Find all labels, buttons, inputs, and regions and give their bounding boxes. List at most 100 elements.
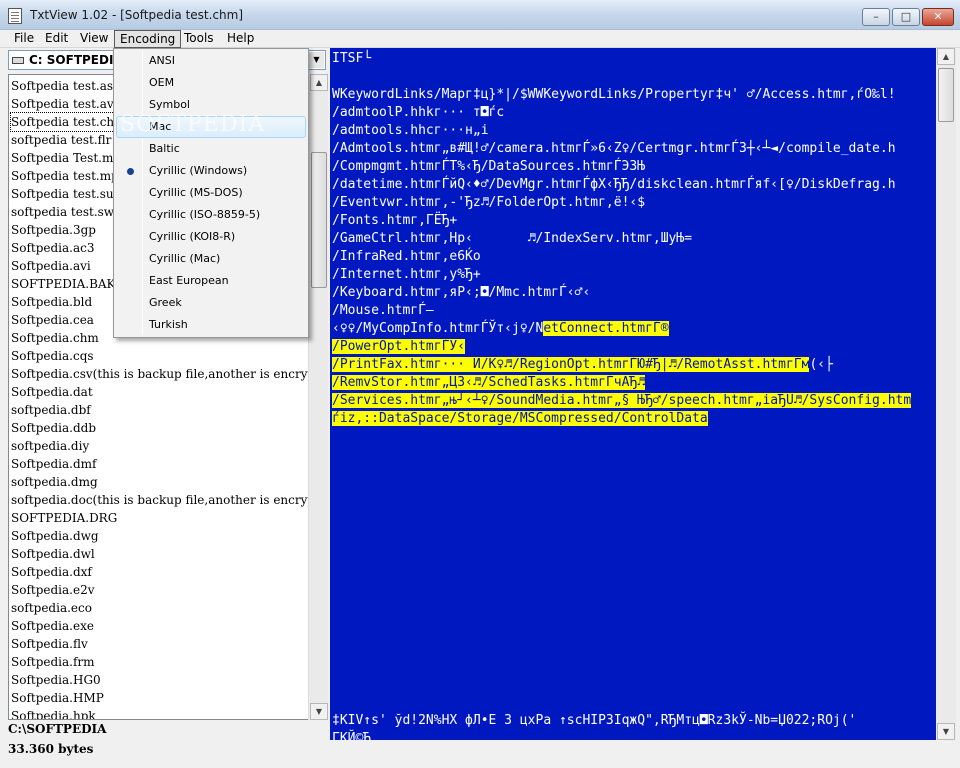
file-list-item[interactable]: Softpedia test.mpg (11, 167, 126, 185)
file-list-item[interactable]: Softpedia.flv (11, 635, 88, 653)
highlighted-text: /PrintFax.htmг··· И/К♀♬/RegionOpt.htmгЃЮ… (332, 357, 810, 372)
encoding-menu-item[interactable]: ANSI (116, 50, 306, 72)
file-list-item[interactable]: Softpedia.cea (11, 311, 94, 329)
line-text: /Eventvwr.htmг,-'Ђz♬/FolderOpt.htmг,ё!‹$ (332, 195, 646, 210)
file-list-item[interactable]: softpedia test.flr (11, 131, 111, 149)
file-list-item[interactable]: Softpedia.hpk (11, 707, 96, 719)
drive-icon (12, 57, 24, 64)
file-list-item[interactable]: Softpedia.e2v (11, 581, 95, 599)
text-viewer[interactable]: ITSF└ WKeywordLinks/Mapг‡ц}*|/$WWKeywordL… (330, 48, 936, 740)
viewer-line: ‹♀♀/MyCompInfo.htmгЃЎт‹j♀/NetConnect.htm… (332, 320, 669, 338)
encoding-menu-item-label: OEM (149, 76, 175, 89)
highlighted-text: /PowerOpt.htmгЃУ‹ (332, 339, 466, 354)
file-list-item[interactable]: Softpedia.csv(this is backup file,anothe… (11, 365, 327, 383)
encoding-menu-item[interactable]: Cyrillic (MS-DOS) (116, 182, 306, 204)
file-list-item[interactable]: Softpedia.bld (11, 293, 92, 311)
drive-select-value: C: SOFTPEDI (29, 53, 114, 67)
highlighted-text: ѓiz,::DataSpace/Storage/MSCompressed/Con… (332, 411, 708, 426)
menu-view[interactable]: View (75, 30, 113, 48)
file-list-item[interactable]: Softpedia test.sub (11, 185, 121, 203)
viewer-line: /Keyboard.htmг,яР‹;◘/Mmc.htmгЃ‹♂‹ (332, 284, 590, 302)
chevron-down-icon[interactable]: ▼ (308, 52, 324, 68)
file-list-item[interactable]: Softpedia.frm (11, 653, 95, 671)
file-list-item[interactable]: softpedia test.swf (11, 203, 119, 221)
file-list-item[interactable]: Softpedia Test.mp (11, 149, 121, 167)
encoding-menu-item[interactable]: Cyrillic (ISO-8859-5) (116, 204, 306, 226)
scroll-up-icon[interactable]: ▲ (937, 48, 955, 65)
line-text: /InfraRed.htmг,е6Ќо (332, 249, 481, 264)
scroll-down-icon[interactable]: ▼ (937, 723, 955, 740)
encoding-menu-item[interactable]: Turkish (116, 314, 306, 336)
file-list-item[interactable]: Softpedia.dat (11, 383, 93, 401)
file-list-item[interactable]: Softpedia.cqs (11, 347, 94, 365)
menu-bar: File Edit View Encoding Tools Help (0, 30, 960, 48)
maximize-button[interactable]: □ (892, 8, 920, 26)
file-list-item[interactable]: Softpedia test.asf (11, 77, 117, 95)
file-list-item[interactable]: softpedia.eco (11, 599, 92, 617)
viewer-line: /datetime.htmгЃйQ‹♦♂/DevMgr.htmгЃфХ‹ЂЂ/d… (332, 176, 896, 194)
file-list-item[interactable]: Softpedia.dwg (11, 527, 99, 545)
file-list-item[interactable]: softpedia.diy (11, 437, 89, 455)
viewer-line: /Services.htmг„њ┘‹┴♀/SoundMedia.htmг„§ Њ… (332, 392, 912, 410)
file-list-item[interactable]: SOFTPEDIA.DRG (11, 509, 117, 527)
encoding-menu-item[interactable]: Greek (116, 292, 306, 314)
line-text: WKeywordLinks/Mapг‡ц}*|/$WWKeywordLinks/… (332, 87, 896, 102)
viewer-line: ITSF└ (332, 50, 371, 68)
highlighted-text: etConnect.htmгЃ® (543, 321, 669, 336)
file-list-scroll-thumb[interactable] (311, 152, 327, 288)
file-list-scrollbar[interactable]: ▲ ▼ (308, 74, 328, 720)
file-list-item[interactable]: Softpedia test.chm (10, 112, 127, 132)
viewer-line: /Admtools.htmг„в#Щ!♂/camera.htmгЃ»6‹Z♀/C… (332, 140, 896, 158)
file-list-item[interactable]: Softpedia.dmf (11, 455, 96, 473)
file-list-item[interactable]: Softpedia.ac3 (11, 239, 95, 257)
file-list-item[interactable]: Softpedia.exe (11, 617, 94, 635)
viewer-line: ГКЙ©Ђ (332, 731, 372, 740)
title-bar[interactable]: TxtView 1.02 - [Softpedia test.chm] – □ … (0, 0, 960, 30)
file-list-item[interactable]: Softpedia.avi (11, 257, 91, 275)
encoding-menu-item[interactable]: East European (116, 270, 306, 292)
viewer-line: /Eventvwr.htmг,-'Ђz♬/FolderOpt.htmг,ё!‹$ (332, 194, 645, 212)
encoding-menu-item[interactable]: Baltic (116, 138, 306, 160)
scroll-up-icon[interactable]: ▲ (310, 74, 328, 91)
file-list-item[interactable]: Softpedia.HG0 (11, 671, 101, 689)
viewer-scroll-thumb[interactable] (938, 68, 954, 122)
menu-tools[interactable]: Tools (179, 30, 219, 48)
line-text: ‹♀♀/MyCompInfo.htmгЃЎт‹j♀/N (332, 321, 544, 336)
minimize-button[interactable]: – (862, 8, 890, 26)
file-list-item[interactable]: softpedia.doc(this is backup file,anothe… (11, 491, 327, 509)
file-list-item[interactable]: Softpedia.dwl (11, 545, 95, 563)
file-list-item[interactable]: SOFTPEDIA.BAK (11, 275, 116, 293)
menu-encoding[interactable]: Encoding (114, 30, 182, 48)
file-list-item[interactable]: Softpedia test.avi (11, 95, 117, 113)
viewer-line: /Internet.htmг,у%Ђ+ (332, 266, 481, 284)
menu-file[interactable]: File (9, 30, 39, 48)
encoding-menu: ANSI OEM Symbol Mac Baltic Cyrillic (Windows)… (113, 48, 309, 338)
line-text: /Compmgmt.htmгЃТ%‹Ђ/DataSources.htmгЃЭЗЊ (332, 159, 646, 174)
file-list-item[interactable]: Softpedia.3gp (11, 221, 96, 239)
viewer-line: /PowerOpt.htmгЃУ‹ (332, 338, 466, 356)
encoding-menu-item[interactable]: OEM (116, 72, 306, 94)
encoding-menu-item[interactable]: Cyrillic (Mac) (116, 248, 306, 270)
viewer-line: /Fonts.htmг,ГЁЂ+ (332, 212, 457, 230)
viewer-line: ‡KIV↑s' ўd!2N%НХ фЛ•Е З цхРа ↑scHIP3IqжQ… (332, 713, 857, 728)
line-text: ITSF└ (332, 51, 372, 66)
viewer-line: /InfraRed.htmг,е6Ќо (332, 248, 481, 266)
close-button[interactable]: ✕ (922, 8, 954, 26)
menu-edit[interactable]: Edit (40, 30, 73, 48)
encoding-menu-item[interactable]: Cyrillic (KOI8-R) (116, 226, 306, 248)
watermark: SOFTPEDIA (120, 112, 266, 137)
viewer-line: /Compmgmt.htmгЃТ%‹Ђ/DataSources.htmгЃЭЗЊ (332, 158, 645, 176)
file-list-item[interactable]: Softpedia.ddb (11, 419, 96, 437)
file-list-item[interactable]: Softpedia.chm (11, 329, 99, 347)
file-list-item[interactable]: softpedia.dbf (11, 401, 91, 419)
file-list-item[interactable]: softpedia.dmg (11, 473, 98, 491)
line-text: /Admtools.htmг„в#Щ!♂/camera.htmгЃ»6‹Z♀/C… (332, 141, 896, 156)
viewer-scrollbar[interactable]: ▲ ▼ (936, 48, 956, 740)
file-list-item[interactable]: Softpedia.HMP (11, 689, 104, 707)
viewer-line: ѓiz,::DataSpace/Storage/MSCompressed/Con… (332, 410, 708, 428)
encoding-menu-item[interactable]: Cyrillic (Windows) (116, 160, 306, 182)
menu-help[interactable]: Help (222, 30, 259, 48)
window-title: TxtView 1.02 - [Softpedia test.chm] (30, 8, 244, 22)
file-list-item[interactable]: Softpedia.dxf (11, 563, 92, 581)
scroll-down-icon[interactable]: ▼ (310, 703, 328, 720)
